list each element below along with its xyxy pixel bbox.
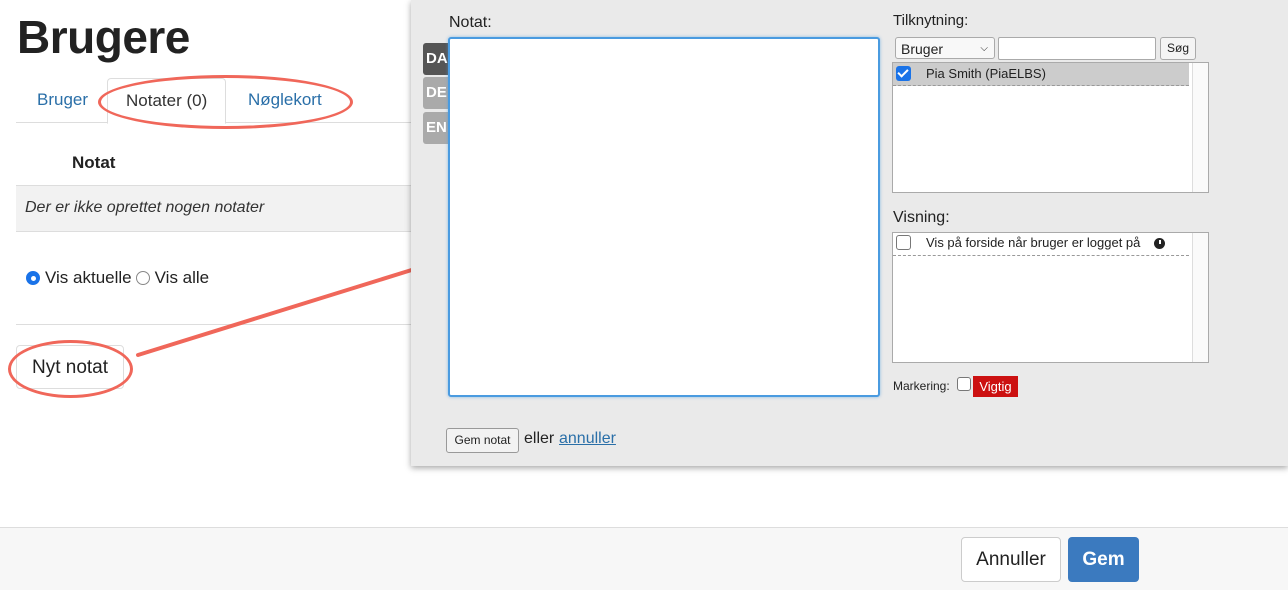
tab-notater[interactable]: Notater (0) xyxy=(107,78,227,124)
scrollbar[interactable] xyxy=(1192,233,1208,362)
save-note-button[interactable]: Gem notat xyxy=(446,428,519,453)
lang-tab-en[interactable]: EN xyxy=(423,112,449,144)
note-label: Notat: xyxy=(449,14,492,31)
divider xyxy=(16,324,416,325)
association-search-input[interactable] xyxy=(998,37,1156,60)
search-button[interactable]: Søg xyxy=(1160,37,1196,60)
display-item-label: Vis på forside når bruger er logget på xyxy=(926,235,1141,250)
scrollbar[interactable] xyxy=(1192,63,1208,192)
clock-icon xyxy=(1154,238,1165,249)
save-button[interactable]: Gem xyxy=(1068,537,1139,582)
association-type-select[interactable]: Bruger ⌵ xyxy=(895,37,995,59)
cancel-button[interactable]: Annuller xyxy=(961,537,1061,582)
marking-checkbox[interactable] xyxy=(957,377,971,391)
association-item-label: Pia Smith (PiaELBS) xyxy=(926,66,1046,81)
radio-all-label[interactable]: Vis alle xyxy=(155,268,210,288)
tab-bar: Bruger Notater (0) Nøglekort xyxy=(16,78,416,124)
association-type-value: Bruger xyxy=(901,41,944,57)
cancel-link[interactable]: annuller xyxy=(559,430,616,448)
important-tag[interactable]: Vigtig xyxy=(973,376,1018,397)
notes-column-header: Notat xyxy=(72,153,116,172)
new-note-button[interactable]: Nyt notat xyxy=(16,345,124,389)
tab-noglekort[interactable]: Nøglekort xyxy=(230,78,340,122)
empty-notes-row: Der er ikke oprettet nogen notater xyxy=(16,186,416,232)
note-textarea[interactable] xyxy=(448,37,880,397)
note-modal: DA DE EN Notat: Tilknytning: Bruger ⌵ Sø… xyxy=(411,0,1288,466)
note-filter: Vis aktuelle Vis alle xyxy=(26,268,213,288)
radio-all[interactable] xyxy=(135,271,150,285)
chevron-down-icon: ⌵ xyxy=(980,43,988,54)
marking-label: Markering: xyxy=(893,379,950,393)
list-item[interactable]: Pia Smith (PiaELBS) xyxy=(893,63,1189,86)
footer-bar: Annuller Gem xyxy=(0,527,1288,590)
or-text: eller xyxy=(524,430,555,447)
empty-notes-message: Der er ikke oprettet nogen notater xyxy=(25,199,265,216)
list-item[interactable]: Vis på forside når bruger er logget på xyxy=(893,233,1189,256)
display-label: Visning: xyxy=(893,209,950,226)
association-list: Pia Smith (PiaELBS) xyxy=(892,62,1209,193)
lang-tab-de[interactable]: DE xyxy=(423,77,449,109)
display-list: Vis på forside når bruger er logget på xyxy=(892,232,1209,363)
association-checkbox[interactable] xyxy=(896,66,911,81)
display-checkbox[interactable] xyxy=(896,235,911,250)
radio-current-label[interactable]: Vis aktuelle xyxy=(45,268,132,288)
radio-current[interactable] xyxy=(26,271,40,285)
tab-bruger[interactable]: Bruger xyxy=(19,78,106,122)
association-label: Tilknytning: xyxy=(893,12,969,29)
lang-tab-da[interactable]: DA xyxy=(423,43,449,75)
page-title: Brugere xyxy=(17,11,190,63)
